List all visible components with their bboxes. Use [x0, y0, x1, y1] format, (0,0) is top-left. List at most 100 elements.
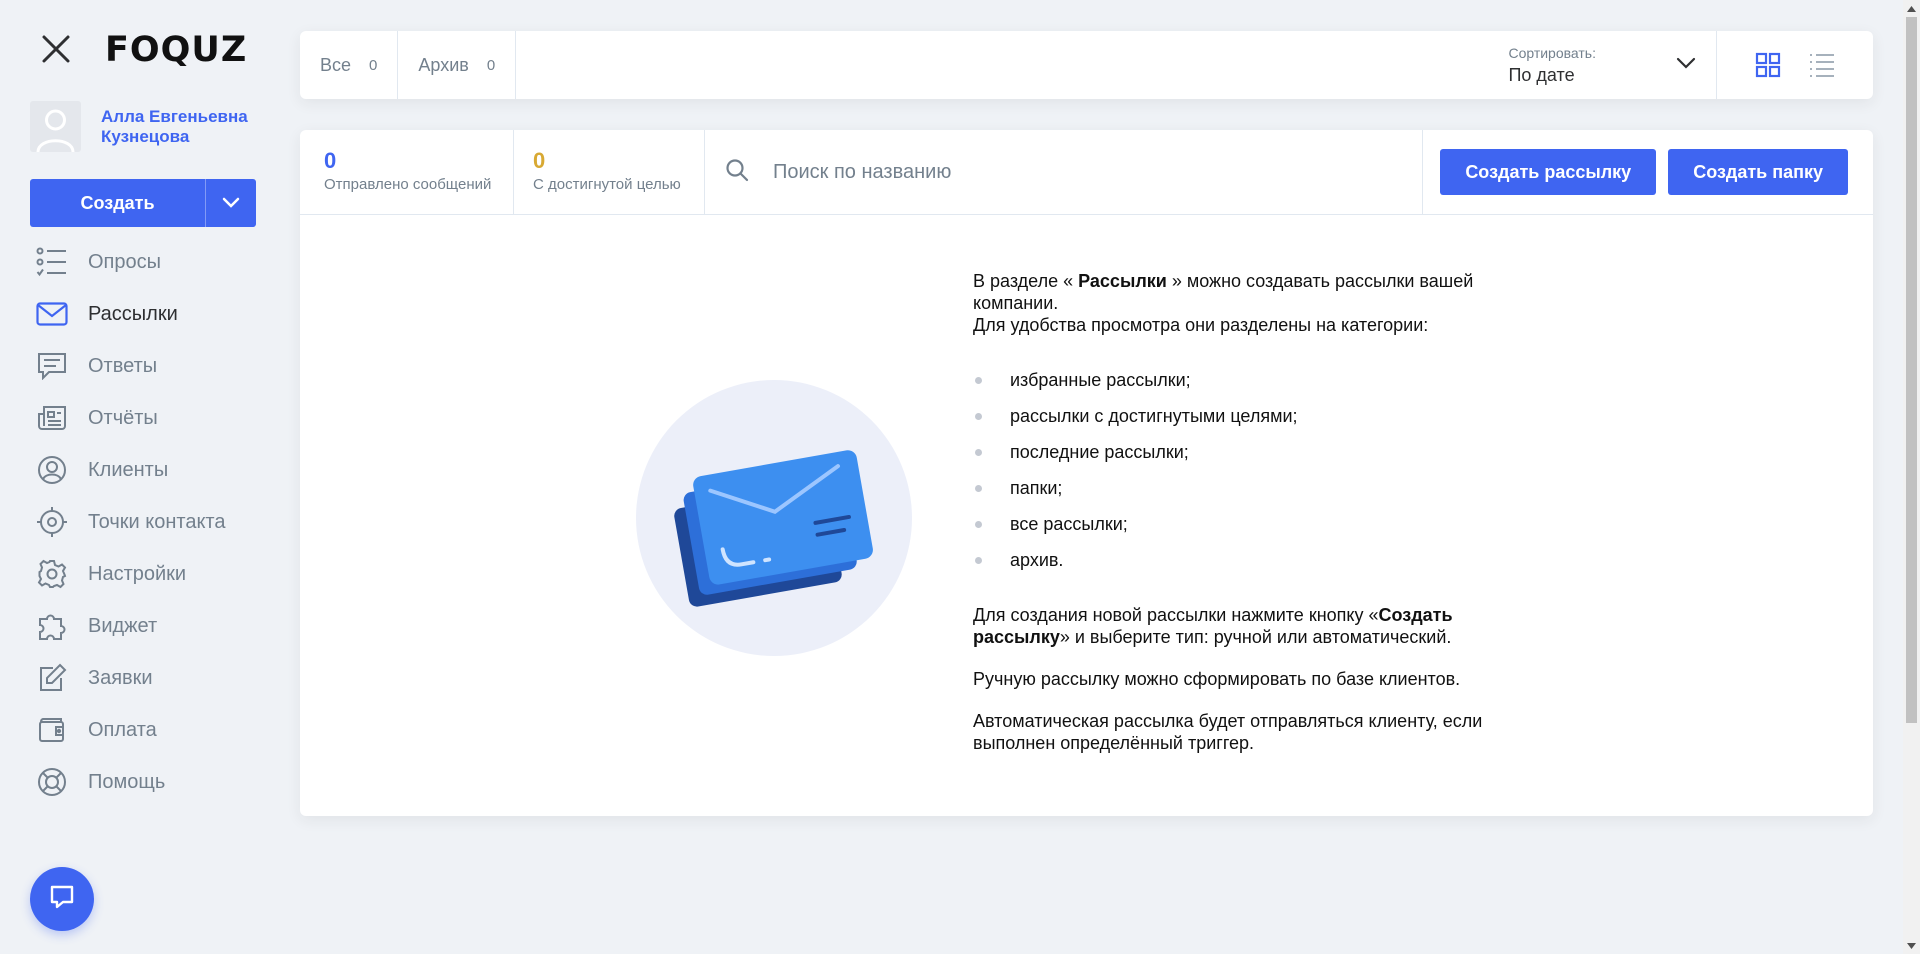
stat-sent: 0 Отправлено сообщений — [300, 130, 514, 214]
sidebar-item-settings[interactable]: Настройки — [35, 559, 225, 589]
sidebar-item-label: Отчёты — [88, 406, 158, 429]
scroll-down-icon[interactable] — [1903, 937, 1920, 954]
create-suffix: » и выберите тип: ручной или автоматичес… — [1059, 627, 1452, 647]
list-check-icon — [35, 246, 69, 278]
category-text: избранные рассылки; — [1010, 370, 1191, 390]
edit-square-icon — [35, 662, 69, 694]
stat-sent-value: 0 — [324, 148, 337, 173]
list-item: избранные рассылки; — [973, 362, 1533, 398]
puzzle-icon — [35, 610, 69, 642]
category-text: последние рассылки; — [1010, 442, 1189, 462]
list-item: рассылки с достигнутыми целями; — [973, 398, 1533, 434]
sidebar: FOQUZ Алла Евгеньевна Кузнецова Создать — [0, 0, 280, 954]
crosshair-icon — [35, 506, 69, 538]
view-toggle — [1716, 31, 1873, 99]
user-profile[interactable]: Алла Евгеньевна Кузнецова — [30, 101, 261, 152]
sidebar-nav: Опросы Рассылки Ответы Отчёты Клиенты То… — [35, 247, 226, 822]
category-list: избранные рассылки; рассылки с достигнут… — [973, 362, 1533, 578]
sidebar-item-contact-points[interactable]: Точки контакта — [35, 507, 226, 537]
sort-select[interactable]: Сортировать: По дате — [1508, 31, 1716, 99]
sidebar-item-label: Настройки — [88, 562, 187, 585]
sidebar-item-payment[interactable]: Оплата — [35, 718, 225, 742]
chat-button[interactable] — [30, 867, 94, 931]
intro-prefix: В разделе « — [973, 271, 1079, 291]
actions: Создать рассылку Создать папку — [1423, 130, 1873, 214]
create-prefix: Для создания новой рассылки нажмите кноп… — [973, 605, 1379, 625]
scrollbar-thumb[interactable] — [1906, 17, 1917, 723]
sidebar-item-help[interactable]: Помощь — [35, 768, 225, 796]
tab-count: 0 — [486, 56, 496, 74]
gear-icon — [35, 558, 69, 590]
sidebar-item-label: Оплата — [88, 718, 157, 741]
sort-value: По дате — [1508, 64, 1575, 85]
search-box — [705, 130, 1424, 214]
intro-bold: Рассылки — [1078, 271, 1167, 291]
list-item: последние рассылки; — [973, 434, 1533, 470]
close-icon[interactable] — [40, 33, 72, 65]
lifebuoy-icon — [35, 766, 69, 798]
sidebar-item-clients[interactable]: Клиенты — [35, 456, 225, 484]
create-button-label[interactable]: Создать — [30, 179, 206, 227]
intro-paragraph: В разделе « Рассылки » можно создавать р… — [973, 270, 1533, 314]
sidebar-item-requests[interactable]: Заявки — [35, 663, 225, 691]
auto-paragraph: Автоматическая рассылка будет отправлять… — [973, 711, 1483, 753]
user-name[interactable]: Алла Евгеньевна Кузнецова — [101, 107, 261, 147]
user-circle-icon — [35, 454, 69, 486]
sort-label: Сортировать: — [1508, 44, 1596, 61]
list-item: папки; — [973, 470, 1533, 506]
mailing-illustration — [636, 380, 912, 656]
scrollbar[interactable] — [1903, 0, 1920, 954]
wallet-icon — [35, 714, 69, 746]
create-folder-button[interactable]: Создать папку — [1668, 149, 1848, 195]
sidebar-item-label: Заявки — [88, 666, 153, 689]
create-paragraph: Для создания новой рассылки нажмите кноп… — [973, 604, 1533, 648]
manual-paragraph: Ручную рассылку можно сформировать по ба… — [973, 669, 1461, 689]
sidebar-item-label: Опросы — [88, 250, 162, 273]
chevron-down-icon — [1676, 56, 1696, 74]
sidebar-item-reports[interactable]: Отчёты — [35, 406, 225, 430]
sidebar-item-answers[interactable]: Ответы — [35, 353, 225, 380]
tab-label: Все — [320, 54, 352, 75]
sidebar-item-label: Ответы — [88, 354, 158, 377]
sidebar-item-surveys[interactable]: Опросы — [35, 247, 225, 277]
sidebar-item-label: Точки контакта — [88, 510, 226, 533]
message-lines-icon — [35, 350, 69, 382]
mailings-panel: 0 Отправлено сообщений 0 С достигнутой ц… — [300, 130, 1873, 816]
list-item: архив. — [973, 542, 1533, 578]
category-text: все рассылки; — [1010, 514, 1128, 534]
info-text: В разделе « Рассылки » можно создавать р… — [973, 270, 1533, 774]
intro-line2: Для удобства просмотра они разделены на … — [973, 315, 1429, 335]
logo[interactable]: FOQUZ — [105, 30, 247, 70]
newspaper-icon — [35, 402, 69, 434]
create-mailing-button[interactable]: Создать рассылку — [1440, 149, 1657, 195]
scroll-up-icon[interactable] — [1903, 0, 1920, 17]
chevron-down-icon[interactable] — [206, 179, 256, 227]
tab-all[interactable]: Все 0 — [300, 31, 399, 99]
stat-sent-label: Отправлено сообщений — [324, 176, 492, 193]
sidebar-item-label: Клиенты — [88, 458, 169, 481]
list-view-icon[interactable] — [1807, 50, 1837, 80]
grid-view-icon[interactable] — [1753, 50, 1783, 80]
sidebar-item-mailings[interactable]: Рассылки — [35, 302, 225, 326]
sidebar-item-label: Рассылки — [88, 302, 178, 325]
category-text: архив. — [1010, 550, 1064, 570]
tab-archive[interactable]: Архив 0 — [398, 31, 517, 99]
filter-bar: Все 0 Архив 0 Сортировать: По дате — [300, 31, 1873, 99]
stat-goal-label: С достигнутой целью — [533, 176, 681, 193]
tab-count: 0 — [369, 56, 378, 74]
avatar — [30, 101, 81, 152]
mailings-header: 0 Отправлено сообщений 0 С достигнутой ц… — [300, 130, 1873, 215]
sidebar-item-label: Виджет — [88, 614, 158, 637]
search-input[interactable] — [773, 160, 1373, 184]
list-item: все рассылки; — [973, 506, 1533, 542]
search-icon — [725, 158, 749, 187]
sidebar-item-label: Помощь — [88, 770, 166, 793]
create-button[interactable]: Создать — [30, 179, 256, 227]
stat-goal: 0 С достигнутой целью — [514, 130, 705, 214]
category-text: папки; — [1010, 478, 1063, 498]
tab-label: Архив — [418, 54, 469, 75]
sidebar-item-widget[interactable]: Виджет — [35, 614, 225, 640]
stat-goal-value: 0 — [533, 148, 546, 173]
category-text: рассылки с достигнутыми целями; — [1010, 406, 1298, 426]
envelope-icon — [35, 298, 69, 330]
